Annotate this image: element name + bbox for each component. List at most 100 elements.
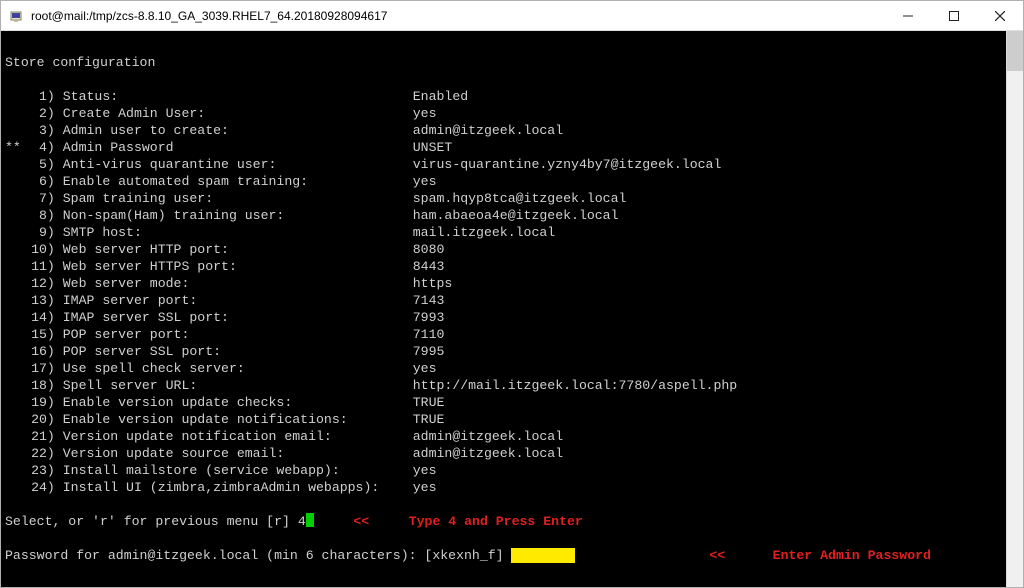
menu-value: TRUE	[413, 395, 445, 410]
select-input[interactable]: 4	[298, 514, 306, 529]
vertical-scrollbar[interactable]	[1006, 31, 1023, 587]
menu-number: 14)	[21, 309, 55, 326]
menu-item: 2) Create Admin User:yes	[5, 105, 1002, 122]
close-button[interactable]	[977, 1, 1023, 30]
marker	[5, 327, 21, 342]
menu-value: http://mail.itzgeek.local:7780/aspell.ph…	[413, 378, 737, 393]
menu-item: 7) Spam training user:spam.hqyp8tca@itzg…	[5, 190, 1002, 207]
menu-number: 19)	[21, 394, 55, 411]
menu-value: Enabled	[413, 89, 468, 104]
terminal[interactable]: Store configuration 1) Status:Enabled 2)…	[1, 31, 1006, 587]
menu-item: 10) Web server HTTP port:8080	[5, 241, 1002, 258]
menu-item: 15) POP server port:7110	[5, 326, 1002, 343]
marker	[5, 89, 21, 104]
putty-window: root@mail:/tmp/zcs-8.8.10_GA_3039.RHEL7_…	[0, 0, 1024, 588]
marker: **	[5, 140, 21, 155]
menu-label: Install mailstore (service webapp):	[63, 462, 413, 479]
menu-value: 7993	[413, 310, 445, 325]
menu-number: 18)	[21, 377, 55, 394]
menu-number: 12)	[21, 275, 55, 292]
maximize-button[interactable]	[931, 1, 977, 30]
menu-value: UNSET	[413, 140, 453, 155]
menu-number: 1)	[21, 88, 55, 105]
menu-number: 5)	[21, 156, 55, 173]
heading-row: Store configuration	[5, 54, 1002, 71]
menu-item: 24) Install UI (zimbra,zimbraAdmin webap…	[5, 479, 1002, 496]
menu-label: SMTP host:	[63, 224, 413, 241]
menu-value: admin@itzgeek.local	[413, 123, 563, 138]
menu-number: 24)	[21, 479, 55, 496]
menu-label: Web server HTTPS port:	[63, 258, 413, 275]
marker	[5, 344, 21, 359]
menu-label: POP server SSL port:	[63, 343, 413, 360]
marker	[5, 429, 21, 444]
menu-label: Enable version update notifications:	[63, 411, 413, 428]
menu-item: 23) Install mailstore (service webapp):y…	[5, 462, 1002, 479]
marker	[5, 446, 21, 461]
menu-number: 2)	[21, 105, 55, 122]
menu-item: 8) Non-spam(Ham) training user:ham.abaeo…	[5, 207, 1002, 224]
password-input[interactable]	[511, 548, 574, 563]
menu-label: Install UI (zimbra,zimbraAdmin webapps):	[63, 479, 413, 496]
menu-label: Create Admin User:	[63, 105, 413, 122]
menu-value: admin@itzgeek.local	[413, 429, 563, 444]
menu-item: 1) Status:Enabled	[5, 88, 1002, 105]
menu-number: 4)	[21, 139, 55, 156]
menu-label: POP server port:	[63, 326, 413, 343]
menu-number: 15)	[21, 326, 55, 343]
menu-item: 16) POP server SSL port:7995	[5, 343, 1002, 360]
menu-item: **4) Admin PasswordUNSET	[5, 139, 1002, 156]
menu-label: Non-spam(Ham) training user:	[63, 207, 413, 224]
menu-value: yes	[413, 174, 437, 189]
select-prompt: Select, or 'r' for previous menu [r]	[5, 514, 298, 529]
menu-label: Version update source email:	[63, 445, 413, 462]
menu-value: 8443	[413, 259, 445, 274]
marker	[5, 191, 21, 206]
marker	[5, 208, 21, 223]
marker	[5, 463, 21, 478]
menu-number: 16)	[21, 343, 55, 360]
menu-number: 20)	[21, 411, 55, 428]
select-prompt-row: Select, or 'r' for previous menu [r] 4 <…	[5, 513, 1002, 530]
marker	[5, 378, 21, 393]
menu-label: IMAP server port:	[63, 292, 413, 309]
marker	[5, 310, 21, 325]
menu-number: 17)	[21, 360, 55, 377]
menu-item: 12) Web server mode:https	[5, 275, 1002, 292]
menu-label: Use spell check server:	[63, 360, 413, 377]
titlebar[interactable]: root@mail:/tmp/zcs-8.8.10_GA_3039.RHEL7_…	[1, 1, 1023, 31]
password-prompt-row: Password for admin@itzgeek.local (min 6 …	[5, 547, 1002, 564]
menu-value: yes	[413, 361, 437, 376]
menu-value: 8080	[413, 242, 445, 257]
menu-value: admin@itzgeek.local	[413, 446, 563, 461]
menu-label: Version update notification email:	[63, 428, 413, 445]
menu-number: 23)	[21, 462, 55, 479]
annotation-type4: Type 4 and Press Enter	[409, 514, 583, 529]
menu-item: 3) Admin user to create:admin@itzgeek.lo…	[5, 122, 1002, 139]
window-title: root@mail:/tmp/zcs-8.8.10_GA_3039.RHEL7_…	[31, 9, 885, 23]
annotation-arrow: <<	[709, 548, 725, 563]
menu-item: 17) Use spell check server:yes	[5, 360, 1002, 377]
marker	[5, 123, 21, 138]
client-area: Store configuration 1) Status:Enabled 2)…	[1, 31, 1023, 587]
menu-value: ham.abaeoa4e@itzgeek.local	[413, 208, 619, 223]
minimize-button[interactable]	[885, 1, 931, 30]
menu-value: yes	[413, 463, 437, 478]
scrollbar-thumb[interactable]	[1007, 31, 1023, 71]
menu-item: 6) Enable automated spam training:yes	[5, 173, 1002, 190]
marker	[5, 106, 21, 121]
menu-number: 9)	[21, 224, 55, 241]
menu-number: 22)	[21, 445, 55, 462]
menu-label: Spam training user:	[63, 190, 413, 207]
menu-label: Web server mode:	[63, 275, 413, 292]
menu-item: 5) Anti-virus quarantine user:virus-quar…	[5, 156, 1002, 173]
menu-value: yes	[413, 480, 437, 495]
menu-label: Web server HTTP port:	[63, 241, 413, 258]
marker	[5, 395, 21, 410]
menu-value: 7143	[413, 293, 445, 308]
menu-label: Spell server URL:	[63, 377, 413, 394]
menu-item: 21) Version update notification email:ad…	[5, 428, 1002, 445]
menu-item: 13) IMAP server port:7143	[5, 292, 1002, 309]
marker	[5, 225, 21, 240]
marker	[5, 174, 21, 189]
